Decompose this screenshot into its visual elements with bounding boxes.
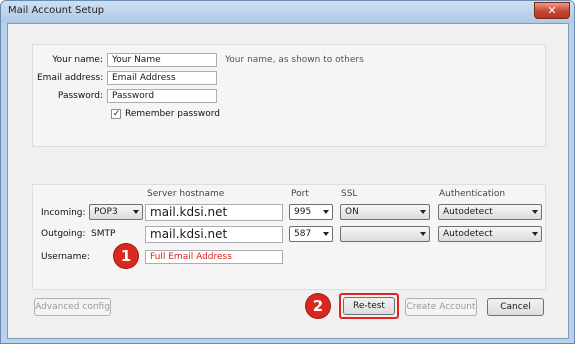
remember-password-checkbox[interactable]: ✓ xyxy=(111,109,121,119)
server-settings-group: Server hostname Port SSL Authentication … xyxy=(32,184,546,290)
chevron-down-icon xyxy=(420,232,426,236)
window-title: Mail Account Setup xyxy=(8,5,105,16)
incoming-hostname-field[interactable]: mail.kdsi.net xyxy=(145,204,283,221)
incoming-auth-value: Autodetect xyxy=(443,207,493,217)
username-field[interactable]: Full Email Address xyxy=(145,250,283,264)
advanced-config-label: Advanced config xyxy=(35,302,110,312)
username-label: Username: xyxy=(41,252,90,262)
password-label: Password: xyxy=(57,91,103,101)
chevron-down-icon xyxy=(532,210,538,214)
chevron-down-icon xyxy=(323,210,329,214)
incoming-protocol-select[interactable]: POP3 xyxy=(89,204,143,220)
incoming-label: Incoming: xyxy=(41,208,86,218)
incoming-ssl-select[interactable]: ON xyxy=(340,204,430,220)
retest-button[interactable]: Re-test xyxy=(343,297,395,315)
email-address-field[interactable]: Email Address xyxy=(107,71,217,85)
chevron-down-icon xyxy=(420,210,426,214)
incoming-ssl-value: ON xyxy=(345,207,359,217)
incoming-protocol-value: POP3 xyxy=(94,207,118,217)
incoming-port-value: 995 xyxy=(294,207,312,217)
checkmark-icon: ✓ xyxy=(112,109,121,119)
password-field[interactable]: Password xyxy=(107,89,217,103)
outgoing-hostname-field[interactable]: mail.kdsi.net xyxy=(145,226,283,243)
outgoing-auth-select[interactable]: Autodetect xyxy=(438,226,542,242)
outgoing-auth-value: Autodetect xyxy=(443,229,493,239)
remember-password-label: Remember password xyxy=(125,109,220,119)
authentication-header: Authentication xyxy=(439,189,506,199)
chevron-down-icon xyxy=(133,210,139,214)
chevron-down-icon xyxy=(532,232,538,236)
email-address-label: Email address: xyxy=(37,73,104,83)
your-name-field[interactable]: Your Name xyxy=(107,53,217,67)
port-header: Port xyxy=(291,189,309,199)
close-icon: ✕ xyxy=(547,4,557,17)
advanced-config-button[interactable]: Advanced config xyxy=(34,298,111,316)
outgoing-port-value: 587 xyxy=(294,229,312,239)
retest-label: Re-test xyxy=(353,301,385,311)
dialog-body: Your name: Your Name Your name, as shown… xyxy=(7,23,569,339)
callout-1-badge: 1 xyxy=(114,244,138,268)
chevron-down-icon xyxy=(323,232,329,236)
outgoing-label: Outgoing: xyxy=(41,229,86,239)
cancel-button[interactable]: Cancel xyxy=(487,298,544,316)
server-hostname-header: Server hostname xyxy=(147,189,225,199)
incoming-port-select[interactable]: 995 xyxy=(289,204,333,220)
ssl-header: SSL xyxy=(341,189,358,199)
callout-2-badge: 2 xyxy=(306,294,330,318)
create-account-button[interactable]: Create Account xyxy=(405,298,477,316)
incoming-auth-select[interactable]: Autodetect xyxy=(438,204,542,220)
cancel-label: Cancel xyxy=(500,302,531,312)
close-button[interactable]: ✕ xyxy=(534,2,570,19)
outgoing-protocol-text: SMTP xyxy=(91,229,116,239)
your-name-hint: Your name, as shown to others xyxy=(225,55,364,65)
mail-account-setup-window: Mail Account Setup ✕ Your name: Your Nam… xyxy=(0,0,575,344)
your-name-label: Your name: xyxy=(52,55,103,65)
outgoing-ssl-select[interactable] xyxy=(340,226,430,242)
identity-group: Your name: Your Name Your name, as shown… xyxy=(32,44,546,147)
title-bar: Mail Account Setup ✕ xyxy=(1,1,574,23)
outgoing-port-select[interactable]: 587 xyxy=(289,226,333,242)
create-account-label: Create Account xyxy=(406,302,476,312)
